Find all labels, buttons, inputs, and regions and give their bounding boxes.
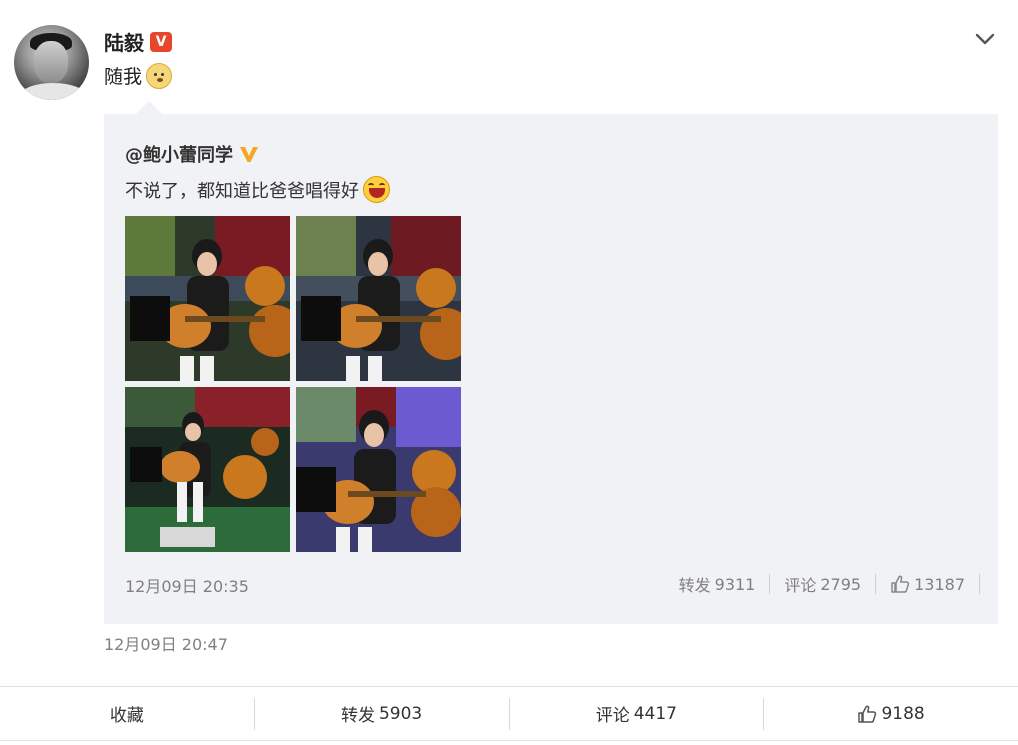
photo-thumbnail[interactable] [296, 387, 461, 552]
repost-comment-button[interactable]: 评论 2795 [770, 572, 875, 596]
like-button[interactable]: 9188 [764, 687, 1018, 740]
verified-gold-icon [240, 147, 258, 162]
like-count: 9188 [881, 703, 925, 724]
girl-guitar-photo [125, 387, 290, 552]
forward-count: 9311 [714, 574, 756, 594]
post-header: 陆毅 V [104, 27, 172, 56]
repost-author-row: @鲍小蕾同学 [125, 141, 259, 167]
post-timestamp[interactable]: 12月09日 20:47 [104, 631, 228, 655]
favorite-button[interactable]: 收藏 [0, 687, 254, 740]
forward-label: 转发 [678, 576, 711, 595]
like-count: 13187 [914, 574, 965, 594]
doge-emoji-icon [146, 62, 173, 89]
laugh-emoji-icon [363, 176, 390, 203]
forward-count: 5903 [378, 703, 423, 724]
thumbs-up-icon [891, 575, 910, 593]
divider [979, 574, 980, 594]
post-text-content: 随我 [104, 66, 143, 88]
post-text: 随我 [104, 62, 173, 89]
repost-caret [135, 101, 163, 115]
repost-card: @鲍小蕾同学 不说了，都知道比爸爸唱得好 12月09日 20:35 转发 931… [104, 114, 998, 624]
favorite-label: 收藏 [109, 706, 144, 726]
repost-author-name[interactable]: @鲍小蕾同学 [125, 141, 233, 167]
comment-button[interactable]: 评论 4417 [510, 687, 764, 740]
avatar[interactable] [14, 25, 89, 100]
girl-guitar-photo [296, 216, 461, 381]
forward-button[interactable]: 转发 5903 [255, 687, 509, 740]
comment-label: 评论 [784, 576, 817, 595]
author-name[interactable]: 陆毅 [104, 27, 144, 56]
comment-count: 4417 [633, 703, 677, 724]
verified-badge-icon: V [150, 31, 172, 52]
comment-label: 评论 [595, 706, 630, 726]
photo-thumbnail[interactable] [125, 387, 290, 552]
thumbs-up-icon [858, 705, 877, 723]
girl-guitar-photo [296, 387, 461, 552]
repost-like-button[interactable]: 13187 [876, 574, 979, 594]
repost-forward-button[interactable]: 转发 9311 [665, 572, 770, 596]
chevron-down-icon[interactable] [974, 30, 996, 48]
comment-count: 2795 [820, 574, 862, 594]
post-action-bar: 收藏 转发 5903 评论 4417 9188 [0, 686, 1018, 741]
repost-timestamp[interactable]: 12月09日 20:35 [125, 573, 249, 597]
repost-action-bar: 转发 9311 评论 2795 13187 [665, 572, 980, 596]
girl-guitar-photo [125, 216, 290, 381]
repost-text: 不说了，都知道比爸爸唱得好 [125, 176, 390, 203]
repost-text-content: 不说了，都知道比爸爸唱得好 [125, 180, 359, 202]
photo-thumbnail[interactable] [296, 216, 461, 381]
photo-thumbnail[interactable] [125, 216, 290, 381]
forward-label: 转发 [340, 706, 375, 726]
